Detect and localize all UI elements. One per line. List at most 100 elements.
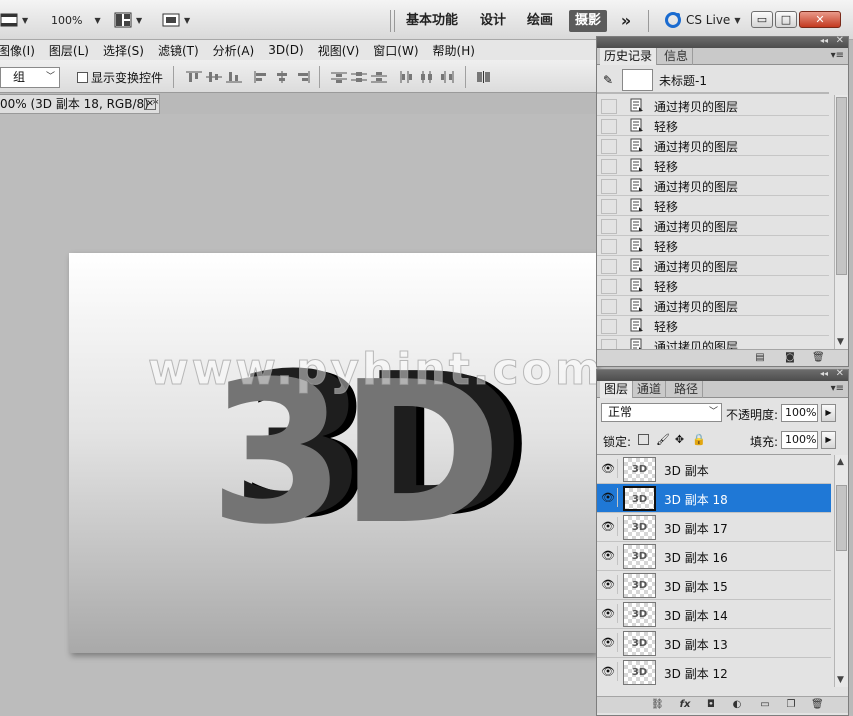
opacity-input[interactable]: 100% (781, 404, 818, 422)
new-layer-icon[interactable]: ❐ (785, 700, 797, 710)
link-icon[interactable]: ⛓ (651, 700, 664, 710)
checkbox-box[interactable] (77, 72, 88, 83)
distribute-left-icon[interactable] (399, 71, 415, 83)
visibility-eye-icon[interactable]: 👁 (599, 517, 618, 536)
history-item[interactable]: 轻移 (597, 276, 829, 296)
history-brush-source-box[interactable] (601, 119, 617, 134)
distribute-bottom-icon[interactable] (371, 71, 387, 83)
scroll-down-icon[interactable]: ▼ (837, 337, 844, 347)
screen-mode-button[interactable]: ▼ (162, 10, 190, 30)
visibility-eye-icon[interactable]: 👁 (599, 662, 618, 681)
history-item[interactable]: 通过拷贝的图层 (597, 176, 829, 196)
visibility-eye-icon[interactable]: 👁 (599, 604, 618, 623)
close-icon[interactable]: ✕ (836, 368, 844, 379)
fx-icon[interactable]: fx (679, 700, 691, 710)
group-icon[interactable]: ▭ (759, 700, 771, 710)
lock-all-icon[interactable]: 🔒 (692, 434, 706, 445)
minimize-button[interactable]: ▭ (751, 11, 773, 28)
history-item[interactable]: 轻移 (597, 236, 829, 256)
frame-button[interactable]: ▼ (0, 10, 28, 30)
visibility-eye-icon[interactable]: 👁 (599, 546, 618, 565)
document-tab[interactable]: 00% (3D 副本 18, RGB/8) * ✕ (0, 94, 160, 114)
history-brush-source-box[interactable] (601, 139, 617, 154)
show-transform-checkbox[interactable]: 显示变换控件 (77, 69, 163, 86)
menu-layer[interactable]: 图层(L) (49, 42, 89, 59)
align-top-icon[interactable] (186, 71, 202, 83)
visibility-eye-icon[interactable]: 👁 (599, 488, 618, 507)
workspace-photography[interactable]: 摄影 (569, 10, 607, 32)
history-brush-source-box[interactable] (601, 339, 617, 349)
align-vcenter-icon[interactable] (206, 71, 222, 83)
menu-select[interactable]: 选择(S) (103, 42, 144, 59)
align-left-icon[interactable] (254, 71, 270, 83)
history-item[interactable]: 通过拷贝的图层 (597, 96, 829, 116)
history-brush-source-box[interactable] (601, 199, 617, 214)
trash-icon[interactable]: 🗑 (811, 700, 824, 710)
distribute-hcenter-icon[interactable] (419, 71, 435, 83)
history-item[interactable]: 轻移 (597, 156, 829, 176)
close-button[interactable]: ✕ (799, 11, 841, 28)
close-icon[interactable]: ✕ (144, 98, 156, 110)
align-right-icon[interactable] (294, 71, 310, 83)
history-item[interactable]: 通过拷贝的图层 (597, 216, 829, 236)
menu-image[interactable]: 图像(I) (0, 42, 35, 59)
history-brush-source-box[interactable] (601, 299, 617, 314)
visibility-eye-icon[interactable]: 👁 (599, 575, 618, 594)
scroll-up-icon[interactable]: ▲ (837, 457, 844, 467)
history-brush-source-box[interactable] (601, 179, 617, 194)
layer-row[interactable]: 👁 3D 3D 副本 16 (597, 542, 831, 571)
history-snapshot[interactable]: ✎ 未标题-1 (597, 67, 829, 94)
layer-row[interactable]: 👁 3D 3D 副本 15 (597, 571, 831, 600)
menu-help[interactable]: 帮助(H) (433, 42, 475, 59)
snapshot-camera-icon[interactable]: ◙ (784, 353, 796, 363)
tab-info[interactable]: 信息 (660, 48, 694, 65)
tab-layers[interactable]: 图层 (600, 381, 634, 398)
history-brush-source-box[interactable] (601, 319, 617, 334)
distribute-vcenter-icon[interactable] (351, 71, 367, 83)
layers-scrollbar[interactable]: ▲ ▼ (834, 455, 848, 687)
more-workspaces-button[interactable]: » (616, 10, 636, 32)
distribute-right-icon[interactable] (439, 71, 455, 83)
mask-icon[interactable]: ◘ (705, 700, 717, 710)
align-bottom-icon[interactable] (226, 71, 242, 83)
history-item[interactable]: 通过拷贝的图层 (597, 136, 829, 156)
history-item[interactable]: 通过拷贝的图层 (597, 296, 829, 316)
align-hcenter-icon[interactable] (274, 71, 290, 83)
scrollbar-thumb[interactable] (836, 485, 847, 551)
menu-analysis[interactable]: 分析(A) (213, 42, 255, 59)
visibility-eye-icon[interactable]: 👁 (599, 459, 618, 478)
layer-row[interactable]: 👁 3D 3D 副本 14 (597, 600, 831, 629)
menu-window[interactable]: 窗口(W) (373, 42, 418, 59)
auto-select-dropdown[interactable]: 组 ﹀ (0, 67, 60, 88)
lock-image-brush-icon[interactable]: 🖌 (656, 434, 670, 445)
history-brush-source-box[interactable] (601, 239, 617, 254)
fill-slider-button[interactable]: ▶ (821, 431, 836, 449)
collapse-icon[interactable]: ◂◂ (820, 369, 828, 378)
layer-row[interactable]: 👁 3D 3D 副本 12 (597, 658, 831, 686)
history-brush-source-box[interactable] (601, 99, 617, 114)
document-canvas[interactable]: 3D 3D 3D (69, 253, 596, 653)
workspace-basic[interactable]: 基本功能 (403, 10, 461, 32)
history-item[interactable]: 轻移 (597, 116, 829, 136)
workspace-painting[interactable]: 绘画 (525, 10, 555, 32)
history-brush-source-box[interactable] (601, 219, 617, 234)
menu-3d[interactable]: 3D(D) (268, 43, 303, 57)
close-icon[interactable]: ✕ (836, 35, 844, 46)
layer-row[interactable]: 👁 3D 3D 副本 13 (597, 629, 831, 658)
arrange-documents-button[interactable]: ▼ (114, 10, 142, 30)
tab-history[interactable]: 历史记录 (600, 48, 658, 65)
zoom-dropdown[interactable]: 100% ▼ (51, 10, 101, 30)
blend-mode-dropdown[interactable]: 正常 ﹀ (601, 403, 722, 422)
history-item[interactable]: 轻移 (597, 196, 829, 216)
opacity-slider-button[interactable]: ▶ (821, 404, 836, 422)
trash-icon[interactable]: 🗑 (812, 353, 825, 363)
history-brush-source-box[interactable] (601, 259, 617, 274)
maximize-button[interactable]: □ (775, 11, 797, 28)
tab-channels[interactable]: 通道 (633, 381, 667, 398)
layer-row[interactable]: 👁 3D 3D 副本 18 (597, 484, 831, 513)
scrollbar-thumb[interactable] (836, 97, 847, 275)
fill-input[interactable]: 100% (781, 431, 818, 449)
panel-menu-icon[interactable]: ▾≡ (831, 50, 844, 61)
menu-filter[interactable]: 滤镜(T) (158, 42, 199, 59)
scroll-down-icon[interactable]: ▼ (837, 675, 844, 685)
